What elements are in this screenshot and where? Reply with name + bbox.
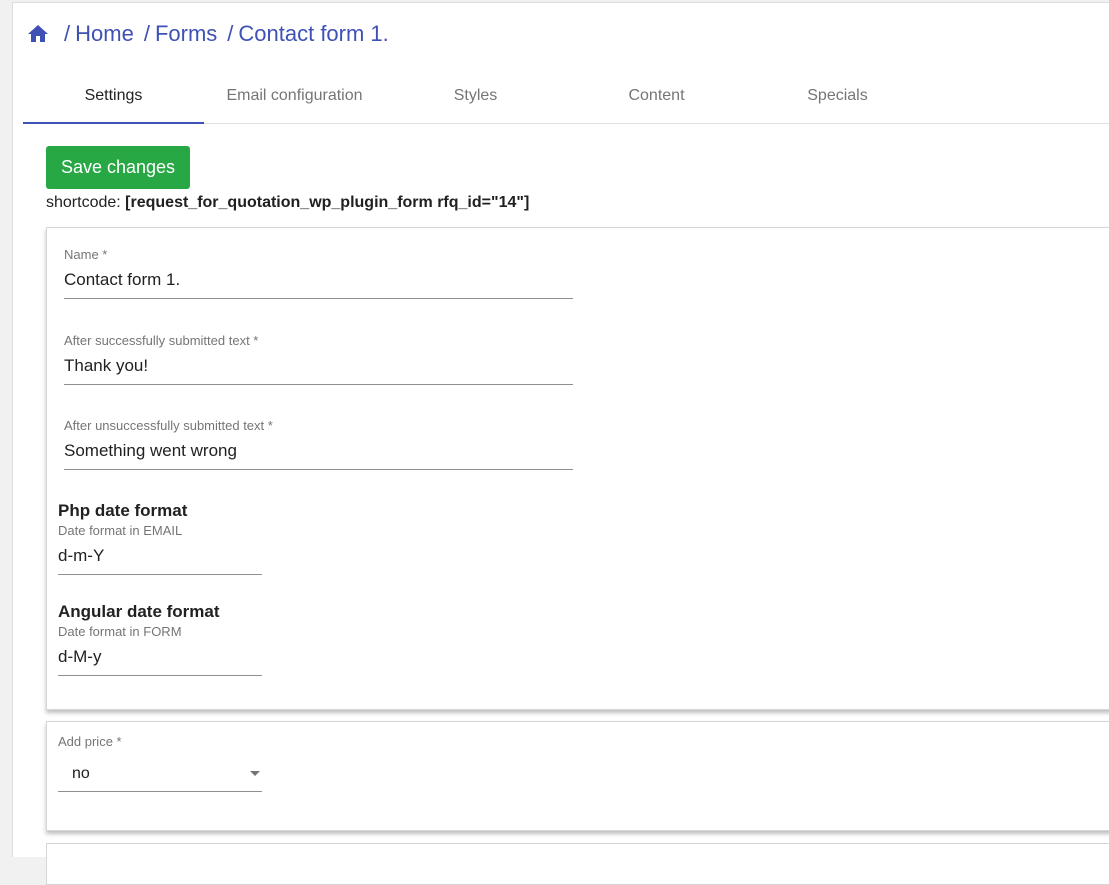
success-text-input[interactable]: Thank you! <box>64 356 573 385</box>
general-settings-card: Name * Contact form 1. After successfull… <box>46 227 1109 710</box>
price-card: Add price * no <box>46 721 1109 831</box>
shortcode-label: shortcode: <box>46 194 121 211</box>
breadcrumb-separator: / <box>227 21 234 46</box>
angular-date-format-input[interactable]: d-M-y <box>58 647 262 676</box>
tab-specials[interactable]: Specials <box>747 73 928 123</box>
breadcrumb-separator: / <box>64 21 71 46</box>
breadcrumb-separator: / <box>143 21 150 46</box>
fail-text-field: After unsuccessfully submitted text * So… <box>64 418 573 470</box>
tab-styles[interactable]: Styles <box>385 73 566 123</box>
add-price-value: no <box>72 765 90 782</box>
add-price-field: Add price * no <box>58 734 262 792</box>
php-date-format-input[interactable]: d-m-Y <box>58 546 262 575</box>
breadcrumb-home[interactable]: / Home <box>64 21 134 47</box>
breadcrumb-current[interactable]: / Contact form 1. <box>227 21 389 47</box>
shortcode-value: [request_for_quotation_wp_plugin_form rf… <box>125 194 530 211</box>
php-date-format-hint: Date format in EMAIL <box>58 523 183 538</box>
save-button[interactable]: Save changes <box>46 146 190 189</box>
fail-text-input[interactable]: Something went wrong <box>64 441 573 470</box>
php-date-format-group: Php date format Date format in EMAIL d-m… <box>58 501 262 575</box>
home-icon[interactable] <box>26 22 50 46</box>
name-input[interactable]: Contact form 1. <box>64 270 573 299</box>
next-card <box>46 843 1109 885</box>
add-price-label: Add price * <box>58 734 122 749</box>
fail-text-label: After unsuccessfully submitted text * <box>64 418 273 433</box>
tab-bar: Settings Email configuration Styles Cont… <box>23 73 1109 124</box>
angular-date-format-title: Angular date format <box>58 602 220 621</box>
name-field: Name * Contact form 1. <box>64 247 573 299</box>
angular-date-format-group: Angular date format Date format in FORM … <box>58 602 262 676</box>
breadcrumb-label: Contact form 1. <box>238 21 389 46</box>
php-date-format-title: Php date format <box>58 501 188 520</box>
angular-date-format-hint: Date format in FORM <box>58 624 182 639</box>
success-text-field: After successfully submitted text * Than… <box>64 333 573 385</box>
page-container: / Home / Forms / Contact form 1. Settings E… <box>12 2 1109 885</box>
success-text-label: After successfully submitted text * <box>64 333 259 348</box>
tab-settings[interactable]: Settings <box>23 73 204 124</box>
add-price-select[interactable]: no <box>58 761 262 792</box>
breadcrumb-label: Home <box>75 21 134 46</box>
breadcrumb-label: Forms <box>154 21 218 46</box>
dropdown-arrow-icon <box>250 771 260 776</box>
breadcrumb: / Home / Forms / Contact form 1. <box>26 21 389 47</box>
tab-email-configuration[interactable]: Email configuration <box>204 73 385 123</box>
name-label: Name * <box>64 247 108 262</box>
shortcode-line: shortcode: [request_for_quotation_wp_plu… <box>46 194 529 212</box>
breadcrumb-forms[interactable]: / Forms <box>144 21 217 47</box>
tab-content[interactable]: Content <box>566 73 747 123</box>
